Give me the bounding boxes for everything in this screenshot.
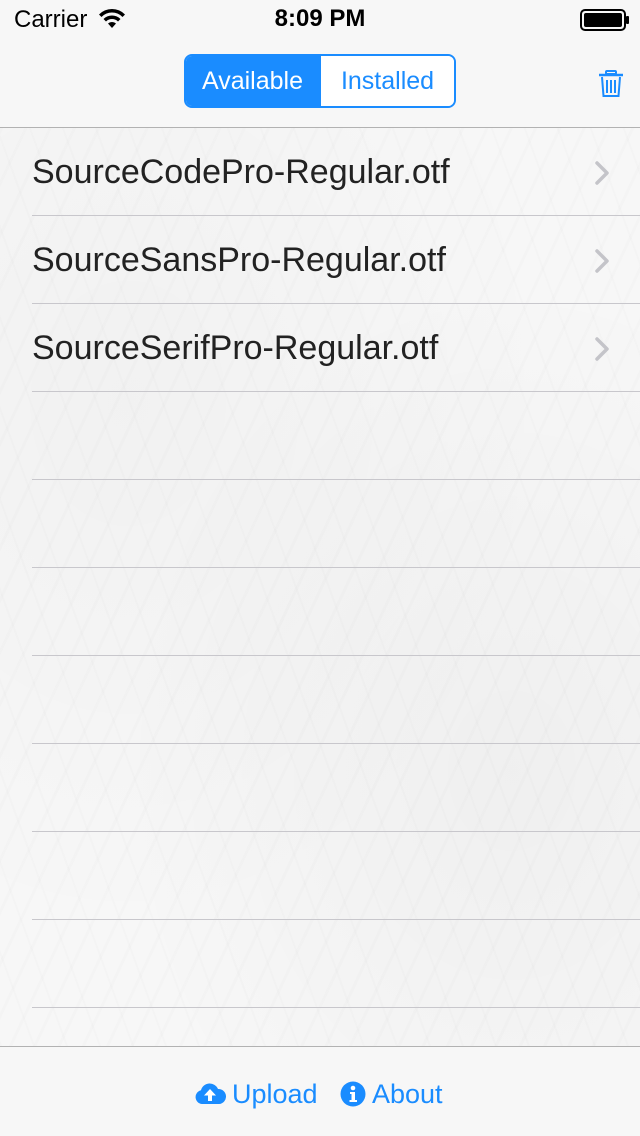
empty-row <box>0 568 640 656</box>
list-item[interactable]: SourceSerifPro-Regular.otf <box>0 304 640 392</box>
font-list: SourceCodePro-Regular.otf SourceSansPro-… <box>0 128 640 1008</box>
empty-row <box>0 392 640 480</box>
segment-available[interactable]: Available <box>186 56 319 106</box>
battery-icon <box>580 9 629 31</box>
info-icon <box>340 1081 366 1107</box>
upload-label: Upload <box>232 1078 318 1109</box>
empty-row <box>0 832 640 920</box>
chevron-right-icon <box>595 161 609 185</box>
segmented-control: Available Installed <box>184 54 456 108</box>
upload-button[interactable]: Upload <box>194 1077 318 1111</box>
empty-row <box>0 744 640 832</box>
empty-row <box>0 656 640 744</box>
list-item[interactable]: SourceCodePro-Regular.otf <box>0 128 640 216</box>
about-button[interactable]: About <box>340 1077 443 1111</box>
list-item-label: SourceCodePro-Regular.otf <box>32 153 450 191</box>
list-item[interactable]: SourceSansPro-Regular.otf <box>0 216 640 304</box>
list-item-label: SourceSerifPro-Regular.otf <box>32 329 439 367</box>
list-item-label: SourceSansPro-Regular.otf <box>32 241 446 279</box>
empty-row <box>0 480 640 568</box>
status-bar: Carrier 8:09 PM <box>0 0 640 40</box>
chevron-right-icon <box>595 337 609 361</box>
about-label: About <box>372 1078 443 1109</box>
chevron-right-icon <box>595 249 609 273</box>
navigation-bar: Available Installed <box>0 40 640 128</box>
trash-icon[interactable] <box>598 70 624 98</box>
status-time: 8:09 PM <box>274 5 366 32</box>
segment-installed[interactable]: Installed <box>319 56 454 106</box>
empty-row <box>0 920 640 1008</box>
cloud-upload-icon <box>195 1083 226 1104</box>
bottom-toolbar: Upload About <box>0 1046 640 1136</box>
